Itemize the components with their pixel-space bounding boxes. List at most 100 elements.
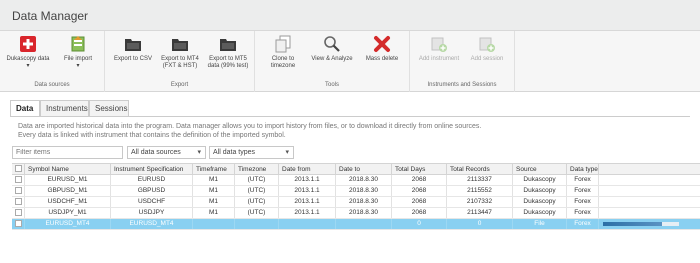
title-bar: Data Manager — [0, 0, 700, 31]
dukascopy-data-button[interactable]: Dukascopy data ▾ — [6, 35, 50, 70]
cell-progress — [599, 219, 700, 229]
add-instrument-label: Add instrument — [418, 56, 460, 62]
cell-total-records: 2115552 — [447, 186, 513, 196]
column-header[interactable]: Total Days — [392, 164, 447, 174]
column-header[interactable]: Total Records — [447, 164, 513, 174]
row-checkbox-cell[interactable] — [12, 175, 25, 185]
chevron-down-icon: ▾ — [26, 63, 30, 69]
cell-spec: GBPUSD — [111, 186, 193, 196]
row-checkbox-cell[interactable] — [12, 197, 25, 207]
column-header[interactable]: Source — [513, 164, 567, 174]
cell-timeframe: M1 — [193, 208, 235, 218]
checkbox[interactable] — [15, 187, 22, 194]
checkbox[interactable] — [15, 220, 22, 227]
export-csv-button[interactable]: Export to CSV — [111, 35, 155, 63]
export-mt4-button[interactable]: Export to MT4 (FXT & HST) — [158, 35, 202, 70]
column-header[interactable]: Timeframe — [193, 164, 235, 174]
cell-timezone: (UTC) — [235, 186, 279, 196]
row-checkbox-cell[interactable] — [12, 208, 25, 218]
cell-total-records: 0 — [447, 219, 513, 229]
cell-date-to — [336, 219, 392, 229]
cell-total-records: 2113337 — [447, 175, 513, 185]
data-type-select[interactable]: All data types ▾ — [209, 146, 294, 159]
cell-date-to: 2018.8.30 — [336, 175, 392, 185]
table-row[interactable]: USDCHF_M1 USDCHF M1 (UTC) 2013.1.1 2018.… — [12, 197, 700, 208]
view-analyze-button[interactable]: View & Analyze — [308, 35, 356, 63]
data-source-select[interactable]: All data sources ▾ — [127, 146, 206, 159]
group-label: Data sources — [34, 82, 70, 88]
cell-date-to: 2018.8.30 — [336, 186, 392, 196]
table-row[interactable]: GBPUSD_M1 GBPUSD M1 (UTC) 2013.1.1 2018.… — [12, 186, 700, 197]
chevron-down-icon: ▾ — [285, 149, 289, 156]
file-import-button[interactable]: File import ▾ — [58, 35, 98, 70]
group-tools: Clone to timezone View & Analyze Mass de… — [255, 31, 410, 92]
file-import-icon — [71, 36, 85, 52]
tab-divider — [10, 116, 690, 117]
data-source-value: All data sources — [131, 149, 181, 156]
ribbon-toolbar: Dukascopy data ▾ File import ▾ Data sour… — [0, 31, 700, 92]
column-header[interactable]: Symbol Name — [25, 164, 111, 174]
cell-source: Dukascopy — [513, 175, 567, 185]
cell-total-records: 2113447 — [447, 208, 513, 218]
window-title: Data Manager — [12, 9, 89, 23]
add-instrument-icon — [431, 37, 447, 52]
checkbox[interactable] — [15, 165, 22, 172]
mass-delete-button[interactable]: Mass delete — [361, 35, 403, 63]
cell-date-to: 2018.8.30 — [336, 197, 392, 207]
add-session-label: Add session — [470, 56, 504, 62]
add-session-icon — [479, 37, 495, 52]
table-row[interactable]: EURUSD_M1 EURUSD M1 (UTC) 2013.1.1 2018.… — [12, 175, 700, 186]
cell-timezone: (UTC) — [235, 197, 279, 207]
cell-symbol: USDJPY_M1 — [25, 208, 111, 218]
checkbox[interactable] — [15, 209, 22, 216]
add-session-button[interactable]: Add session — [466, 35, 508, 63]
export-csv-label: Export to CSV — [113, 56, 152, 62]
mass-delete-label: Mass delete — [365, 56, 399, 62]
cell-spec: EURUSD — [111, 175, 193, 185]
file-import-label: File import — [63, 56, 92, 62]
cell-total-days: 2068 — [392, 186, 447, 196]
folder-export-icon — [172, 39, 188, 51]
column-header[interactable]: Timezone — [235, 164, 279, 174]
cell-date-from: 2013.1.1 — [279, 186, 336, 196]
column-header-blank — [599, 164, 700, 174]
cell-source: Dukascopy — [513, 197, 567, 207]
table-row[interactable]: USDJPY_M1 USDJPY M1 (UTC) 2013.1.1 2018.… — [12, 208, 700, 219]
cell-total-days: 2068 — [392, 208, 447, 218]
group-label: Tools — [324, 82, 339, 88]
cell-total-records: 2107332 — [447, 197, 513, 207]
table-row-selected[interactable]: EURUSD_MT4 EURUSD_MT4 0 0 File Forex — [12, 219, 700, 230]
clone-icon — [275, 35, 291, 53]
add-instrument-button[interactable]: Add instrument — [416, 35, 462, 63]
select-all-checkbox[interactable] — [12, 164, 25, 174]
import-progress-bar — [603, 222, 679, 226]
tab-data[interactable]: Data — [10, 100, 40, 117]
export-mt5-button[interactable]: Export to MT5 data (99% test) — [205, 35, 251, 70]
column-header[interactable]: Instrument Specification — [111, 164, 193, 174]
column-header[interactable]: Date from — [279, 164, 336, 174]
cell-date-from — [279, 219, 336, 229]
cell-source: Dukascopy — [513, 208, 567, 218]
group-label: Instruments and Sessions — [427, 82, 497, 88]
clone-timezone-button[interactable]: Clone to timezone — [263, 35, 303, 70]
tab-instruments[interactable]: Instruments — [40, 100, 89, 116]
cell-total-days: 2068 — [392, 197, 447, 207]
row-checkbox-cell[interactable] — [12, 219, 25, 229]
folder-export-icon — [125, 39, 141, 51]
filter-items-input[interactable] — [12, 146, 123, 159]
cell-spec: USDCHF — [111, 197, 193, 207]
group-data-sources: Dukascopy data ▾ File import ▾ Data sour… — [0, 31, 105, 92]
cell-date-from: 2013.1.1 — [279, 197, 336, 207]
cell-timezone: (UTC) — [235, 208, 279, 218]
cell-total-days: 0 — [392, 219, 447, 229]
row-checkbox-cell[interactable] — [12, 186, 25, 196]
tab-sessions[interactable]: Sessions — [89, 100, 129, 116]
checkbox[interactable] — [15, 176, 22, 183]
column-header[interactable]: Date to — [336, 164, 392, 174]
table-header: Symbol Name Instrument Specification Tim… — [12, 163, 700, 175]
cell-timeframe: M1 — [193, 186, 235, 196]
group-instruments-sessions: Add instrument Add session Instruments a… — [410, 31, 515, 92]
checkbox[interactable] — [15, 198, 22, 205]
clone-timezone-label: Clone to timezone — [270, 56, 296, 69]
column-header[interactable]: Data type — [567, 164, 599, 174]
